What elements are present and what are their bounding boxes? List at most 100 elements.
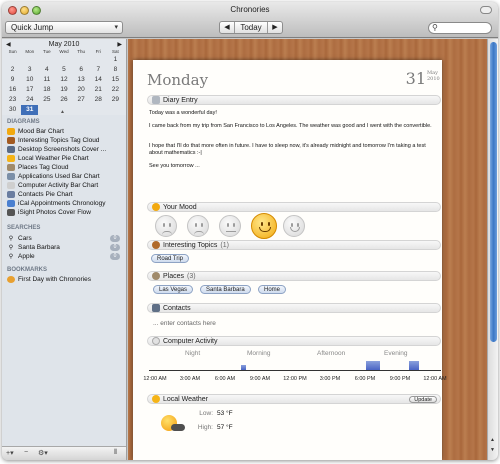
quick-jump-dropdown[interactable]: Quick Jump ▾ xyxy=(5,21,123,34)
mood-selector xyxy=(155,213,345,241)
calendar-day[interactable]: 14 xyxy=(90,75,107,85)
mood-happy-button[interactable] xyxy=(251,213,277,239)
scroll-down-icon[interactable]: ▼ xyxy=(490,447,495,453)
calendar-day[interactable]: 25 xyxy=(38,95,55,105)
scroll-up-icon[interactable]: ▲ xyxy=(490,437,495,443)
mood-neutral-button[interactable] xyxy=(219,215,241,237)
scrollbar-thumb[interactable] xyxy=(490,42,497,342)
sidebar-diagram-item[interactable]: Mood Bar Chart xyxy=(7,127,123,136)
diary-paragraph-2[interactable]: I came back from my trip from San Franci… xyxy=(149,123,433,130)
search-field[interactable]: ⚲ xyxy=(428,22,492,34)
place-tag[interactable]: Las Vegas xyxy=(153,285,194,294)
calendar-day[interactable]: 2 xyxy=(4,65,21,75)
mood-sad-button[interactable] xyxy=(187,215,209,237)
mood-eye xyxy=(201,223,204,227)
calendar-day[interactable]: 26 xyxy=(55,95,72,105)
calendar-day[interactable]: 1 xyxy=(107,55,124,65)
next-day-button[interactable]: ▶ xyxy=(268,22,282,33)
sidebar-item-label: Santa Barbara xyxy=(18,244,60,251)
calendar-day[interactable]: 10 xyxy=(21,75,38,85)
ical-icon xyxy=(7,200,15,207)
action-menu-button[interactable]: ⚙▾ xyxy=(38,449,48,457)
calendar-day[interactable]: 21 xyxy=(90,85,107,95)
topic-tag[interactable]: Road Trip xyxy=(151,254,190,263)
sidebar-diagram-item[interactable]: Desktop Screenshots Cover ... xyxy=(7,145,123,154)
sidebar-diagram-item[interactable]: Interesting Topics Tag Cloud xyxy=(7,136,123,145)
activity-period-morning: Morning xyxy=(247,350,271,357)
calendar-day[interactable]: 19 xyxy=(55,85,72,95)
activity-time-tick: 3:00 AM xyxy=(179,376,201,382)
day-name: Monday xyxy=(147,71,209,89)
remove-item-button[interactable]: − xyxy=(24,449,28,456)
previous-day-button[interactable]: ◀ xyxy=(220,22,234,33)
calendar-day[interactable]: 3 xyxy=(21,65,38,75)
calendar-day[interactable]: 17 xyxy=(21,85,38,95)
sidebar-diagram-item[interactable]: iCal Appointments Chronology xyxy=(7,199,123,208)
sidebar-resize-handle[interactable]: ⦀ xyxy=(114,449,117,457)
place-tag[interactable]: Home xyxy=(258,285,287,294)
mood-very-happy-button[interactable] xyxy=(283,215,305,237)
calendar-day[interactable]: 13 xyxy=(73,75,90,85)
calendar-resize-handle[interactable]: ▲ xyxy=(2,109,126,115)
add-item-button[interactable]: +▾ xyxy=(6,449,14,457)
sidebar-diagram-item[interactable]: iSight Photos Cover Flow xyxy=(7,208,123,217)
diary-paragraph-3[interactable]: I hope that I'll do that more often in f… xyxy=(149,143,433,157)
mood-eye xyxy=(195,223,198,227)
content-scrollbar[interactable]: ▲ ▼ xyxy=(487,39,498,460)
sidebar-item-label: Computer Activity Bar Chart xyxy=(18,182,99,189)
sidebar-search-item[interactable]: ⚲ Santa Barbara 0 xyxy=(7,243,123,252)
sidebar-bookmark-first-day[interactable]: First Day with Chronories xyxy=(7,275,123,284)
calendar-day[interactable]: 20 xyxy=(73,85,90,95)
search-input[interactable] xyxy=(442,24,488,33)
calendar-day[interactable]: 28 xyxy=(90,95,107,105)
mood-eye xyxy=(227,223,230,227)
sidebar-diagram-item[interactable]: Places Tag Cloud xyxy=(7,163,123,172)
sidebar-item-label: Places Tag Cloud xyxy=(18,164,69,171)
mood-eye xyxy=(260,222,263,226)
sidebar-search-item[interactable]: ⚲ Apple 0 xyxy=(7,252,123,261)
calendar-day[interactable]: 24 xyxy=(21,95,38,105)
calendar-day[interactable]: 7 xyxy=(90,65,107,75)
search-count-badge: 0 xyxy=(110,244,120,251)
diary-paragraph-1[interactable]: Today was a wonderful day! xyxy=(149,110,433,117)
activity-time-tick: 12:00 AM xyxy=(423,376,447,382)
calendar-day[interactable]: 16 xyxy=(4,85,21,95)
mood-mouth xyxy=(226,230,236,232)
contacts-input[interactable]: ... enter contacts here xyxy=(153,320,216,327)
mood-header: Your Mood xyxy=(147,202,441,212)
sidebar-search-item[interactable]: ⚲ Cars 0 xyxy=(7,234,123,243)
computer-activity-timeline: Night Morning Afternoon Evening 12:00 AM… xyxy=(143,350,446,384)
title-bar: Chronories Quick Jump ▾ ◀ Today ▶ ⚲ xyxy=(2,2,498,38)
calendar-day[interactable]: 15 xyxy=(107,75,124,85)
today-button[interactable]: Today xyxy=(234,22,268,33)
calendar-day[interactable]: 23 xyxy=(4,95,21,105)
diary-paragraph-4[interactable]: See you tomorrow ... xyxy=(149,163,433,170)
sidebar-item-label: Interesting Topics Tag Cloud xyxy=(18,137,100,144)
activity-title: Computer Activity xyxy=(163,337,218,345)
sidebar-diagram-item[interactable]: Computer Activity Bar Chart xyxy=(7,181,123,190)
sidebar-diagram-item[interactable]: Applications Used Bar Chart xyxy=(7,172,123,181)
low-temp-value: 53 °F xyxy=(217,410,233,417)
calendar-day[interactable]: 29 xyxy=(107,95,124,105)
mood-eye xyxy=(163,223,166,227)
topics-title: Interesting Topics xyxy=(163,241,218,249)
calendar-day[interactable]: 11 xyxy=(38,75,55,85)
next-month-button[interactable]: ▶ xyxy=(117,41,122,48)
calendar-day[interactable]: 8 xyxy=(107,65,124,75)
sidebar-item-label: iCal Appointments Chronology xyxy=(18,200,106,207)
toolbar-toggle-button[interactable] xyxy=(480,6,492,14)
sidebar-diagram-item[interactable]: Contacts Pie Chart xyxy=(7,190,123,199)
place-tag[interactable]: Santa Barbara xyxy=(200,285,251,294)
calendar-day[interactable]: 5 xyxy=(55,65,72,75)
update-weather-button[interactable]: Update xyxy=(409,396,437,403)
calendar-day[interactable]: 27 xyxy=(73,95,90,105)
sidebar-diagram-item[interactable]: Local Weather Pie Chart xyxy=(7,154,123,163)
calendar-day[interactable]: 9 xyxy=(4,75,21,85)
calendar-day[interactable]: 22 xyxy=(107,85,124,95)
activity-time-tick: 12:00 PM xyxy=(283,376,307,382)
calendar-day[interactable]: 18 xyxy=(38,85,55,95)
calendar-day[interactable]: 12 xyxy=(55,75,72,85)
calendar-day[interactable]: 6 xyxy=(73,65,90,75)
mood-very-sad-button[interactable] xyxy=(155,215,177,237)
calendar-day[interactable]: 4 xyxy=(38,65,55,75)
